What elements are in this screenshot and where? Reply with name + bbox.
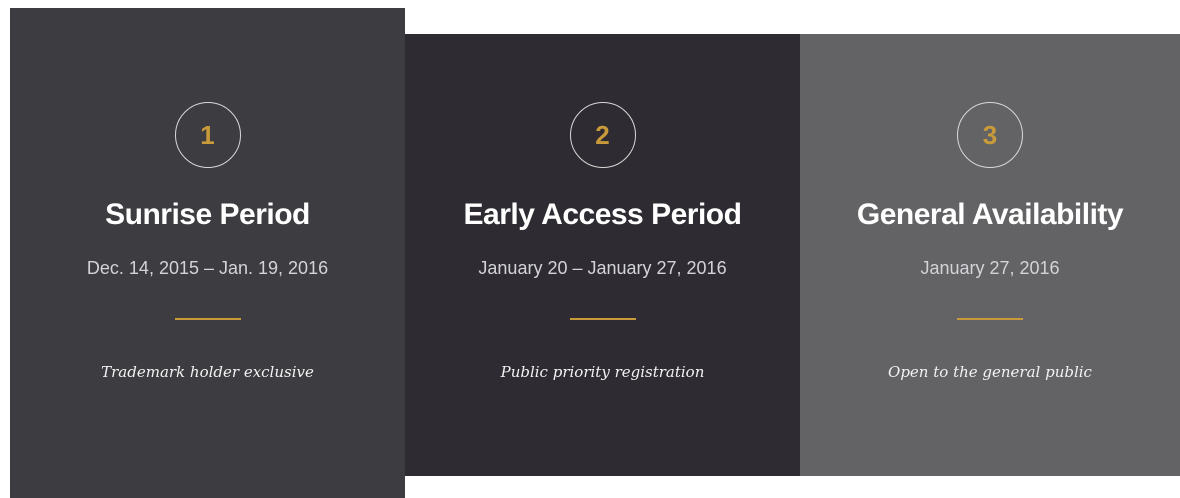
period-title: Early Access Period bbox=[463, 198, 742, 231]
period-description: Public priority registration bbox=[500, 363, 705, 381]
period-description: Open to the general public bbox=[888, 363, 1092, 381]
period-card-sunrise: 1 Sunrise Period Dec. 14, 2015 – Jan. 19… bbox=[10, 8, 405, 498]
step-number-badge: 1 bbox=[174, 102, 241, 168]
accent-divider bbox=[174, 318, 241, 320]
period-card-general-availability: 3 General Availability January 27, 2016 … bbox=[800, 34, 1180, 476]
period-description: Trademark holder exclusive bbox=[101, 363, 314, 381]
period-dates: Dec. 14, 2015 – Jan. 19, 2016 bbox=[86, 258, 329, 278]
period-dates: January 27, 2016 bbox=[920, 258, 1060, 278]
accent-divider bbox=[957, 318, 1023, 320]
accent-divider bbox=[569, 318, 636, 320]
period-card-early-access: 2 Early Access Period January 20 – Janua… bbox=[405, 34, 800, 476]
period-title: General Availability bbox=[856, 198, 1124, 231]
period-dates: January 20 – January 27, 2016 bbox=[478, 258, 727, 278]
step-number-badge: 3 bbox=[957, 102, 1023, 168]
launch-timeline: 1 Sunrise Period Dec. 14, 2015 – Jan. 19… bbox=[0, 0, 1180, 498]
step-number-badge: 2 bbox=[569, 102, 636, 168]
period-title: Sunrise Period bbox=[105, 198, 310, 231]
